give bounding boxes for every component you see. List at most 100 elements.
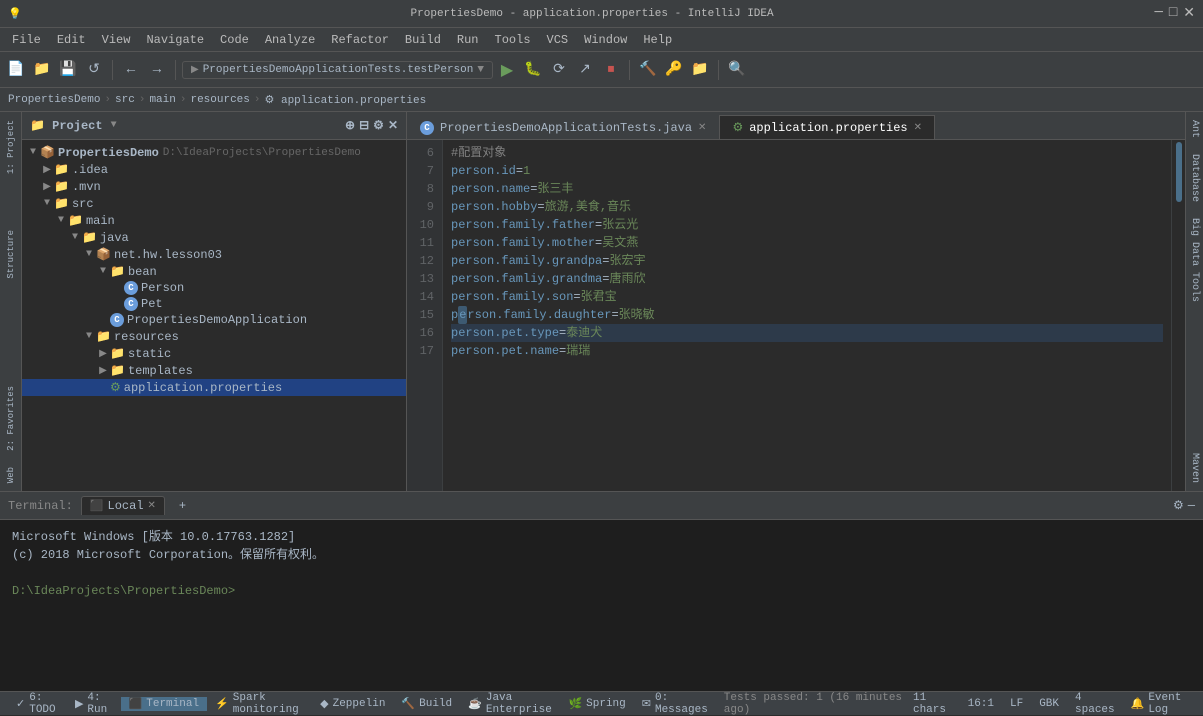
tree-item-pet[interactable]: C Pet	[22, 296, 406, 312]
menu-vcs[interactable]: VCS	[539, 31, 577, 49]
terminal-line-1: Microsoft Windows [版本 10.0.17763.1282]	[12, 528, 1191, 546]
right-panel-ant[interactable]: Ant	[1187, 112, 1202, 146]
tree-item-src[interactable]: ▼ 📁 src	[22, 195, 406, 212]
status-java-enterprise[interactable]: ☕ Java Enterprise	[460, 692, 560, 716]
collapse-all-button[interactable]: ⊟	[359, 118, 369, 133]
menu-build[interactable]: Build	[397, 31, 449, 49]
status-run[interactable]: ▶ 4: Run	[67, 692, 121, 716]
tree-item-package[interactable]: ▼ 📦 net.hw.lesson03	[22, 246, 406, 263]
save-button[interactable]: 💾	[56, 58, 80, 82]
debug-button[interactable]: 🐛	[521, 58, 545, 82]
status-event-log[interactable]: 🔔 Event Log	[1123, 692, 1195, 716]
breadcrumb-file[interactable]: ⚙ application.properties	[265, 93, 427, 107]
menu-edit[interactable]: Edit	[49, 31, 94, 49]
status-spring[interactable]: 🌿 Spring	[560, 697, 633, 711]
sidebar-item-structure[interactable]: Structure	[4, 222, 18, 287]
menu-file[interactable]: File	[4, 31, 49, 49]
locate-button[interactable]: ⊕	[345, 118, 355, 133]
breadcrumb-project[interactable]: PropertiesDemo	[8, 94, 100, 106]
bottom-tab-local[interactable]: ⬛ Local ✕	[81, 496, 165, 515]
tree-item-bean[interactable]: ▼ 📁 bean	[22, 263, 406, 280]
breadcrumb-main[interactable]: main	[149, 94, 175, 106]
status-chars[interactable]: 11 chars	[905, 692, 960, 716]
code-editor[interactable]: #配置对象 person.id=1 person.name=张三丰 person…	[443, 140, 1171, 491]
tab-tests-close[interactable]: ✕	[698, 122, 706, 134]
terminal-content[interactable]: Microsoft Windows [版本 10.0.17763.1282] (…	[0, 520, 1203, 691]
tree-item-templates[interactable]: ▶ 📁 templates	[22, 362, 406, 379]
stop-button[interactable]: ⏹	[599, 58, 623, 82]
menu-run[interactable]: Run	[449, 31, 487, 49]
right-panel-maven[interactable]: Maven	[1187, 445, 1202, 491]
project-header-icons: ⊕ ⊟ ⚙ ✕	[345, 118, 398, 133]
status-position[interactable]: 16:1	[960, 698, 1002, 710]
minimize-button[interactable]: ─	[1154, 5, 1162, 22]
settings-button[interactable]: ⚙	[373, 118, 384, 133]
forward-button[interactable]: →	[145, 58, 169, 82]
status-todo[interactable]: ✓ 6: TODO	[8, 692, 67, 716]
menu-analyze[interactable]: Analyze	[257, 31, 323, 49]
tree-item-static[interactable]: ▶ 📁 static	[22, 345, 406, 362]
tree-item-application-properties[interactable]: ⚙ application.properties	[22, 379, 406, 396]
tree-item-java[interactable]: ▼ 📁 java	[22, 229, 406, 246]
menu-view[interactable]: View	[94, 31, 139, 49]
tree-arrow-root: ▼	[26, 147, 40, 158]
close-panel-button[interactable]: ✕	[388, 118, 398, 133]
profile-button[interactable]: ↗	[573, 58, 597, 82]
tree-item-resources[interactable]: ▼ 📁 resources	[22, 328, 406, 345]
static-folder-icon: 📁	[110, 346, 125, 361]
run-config-selector[interactable]: ▶ PropertiesDemoApplicationTests.testPer…	[182, 61, 493, 79]
tab-application-properties[interactable]: ⚙ application.properties ✕	[719, 115, 935, 139]
status-bottom-tabs: ✓ 6: TODO ▶ 4: Run ⬛ Terminal ⚡ Spark mo…	[8, 692, 716, 716]
tree-item-app[interactable]: C PropertiesDemoApplication	[22, 312, 406, 328]
run-with-coverage-button[interactable]: ⟳	[547, 58, 571, 82]
project-header-label: 📁 Project	[30, 118, 103, 133]
sidebar-item-favorites[interactable]: 2: Favorites	[4, 378, 18, 459]
toolbar-sep-4	[718, 60, 719, 80]
maximize-button[interactable]: □	[1169, 5, 1177, 22]
open-button[interactable]: 📁	[30, 58, 54, 82]
tree-item-main[interactable]: ▼ 📁 main	[22, 212, 406, 229]
window-controls[interactable]: ─ □ ✕	[1154, 5, 1195, 22]
menu-window[interactable]: Window	[576, 31, 635, 49]
tab-tests-java[interactable]: C PropertiesDemoApplicationTests.java ✕	[407, 116, 719, 139]
menu-tools[interactable]: Tools	[487, 31, 539, 49]
status-build[interactable]: 🔨 Build	[393, 697, 460, 711]
tree-item-root[interactable]: ▼ 📦 PropertiesDemo D:\IdeaProjects\Prope…	[22, 144, 406, 161]
back-button[interactable]: ←	[119, 58, 143, 82]
terminal-minimize-button[interactable]: ─	[1188, 499, 1195, 513]
sidebar-item-web[interactable]: Web	[4, 459, 18, 491]
status-spark[interactable]: ⚡ Spark monitoring	[207, 692, 312, 716]
app-icon: 💡	[8, 7, 22, 21]
build-button[interactable]: 🔨	[636, 58, 660, 82]
tree-item-idea[interactable]: ▶ 📁 .idea	[22, 161, 406, 178]
menu-navigate[interactable]: Navigate	[138, 31, 212, 49]
run-button[interactable]: ▶	[495, 58, 519, 82]
tree-item-person[interactable]: C Person	[22, 280, 406, 296]
bottom-tab-add[interactable]: +	[169, 497, 196, 515]
menu-refactor[interactable]: Refactor	[323, 31, 397, 49]
local-tab-close[interactable]: ✕	[148, 500, 156, 512]
breadcrumb-src[interactable]: src	[115, 94, 135, 106]
menu-code[interactable]: Code	[212, 31, 257, 49]
sdk-button[interactable]: 🔑	[662, 58, 686, 82]
tree-item-mvn[interactable]: ▶ 📁 .mvn	[22, 178, 406, 195]
breadcrumb-resources[interactable]: resources	[190, 94, 249, 106]
search-everywhere-button[interactable]: 🔍	[725, 58, 749, 82]
right-scroll-gutter[interactable]	[1171, 140, 1185, 491]
sidebar-item-project[interactable]: 1: Project	[4, 112, 18, 182]
refresh-button[interactable]: ↺	[82, 58, 106, 82]
right-panel-bigdata[interactable]: Big Data Tools	[1187, 210, 1202, 310]
status-indent[interactable]: 4 spaces	[1067, 692, 1123, 716]
status-terminal[interactable]: ⬛ Terminal	[121, 697, 208, 711]
status-zeppelin[interactable]: ◆ Zeppelin	[312, 697, 393, 711]
close-button[interactable]: ✕	[1183, 5, 1195, 22]
menu-help[interactable]: Help	[635, 31, 680, 49]
project-structure-button[interactable]: 📁	[688, 58, 712, 82]
status-encoding[interactable]: GBK	[1031, 698, 1067, 710]
status-line-ending[interactable]: LF	[1002, 698, 1031, 710]
right-panel-database[interactable]: Database	[1187, 146, 1202, 210]
terminal-settings-button[interactable]: ⚙	[1173, 498, 1184, 513]
new-file-button[interactable]: 📄	[4, 58, 28, 82]
tab-props-close[interactable]: ✕	[914, 122, 922, 134]
status-messages[interactable]: ✉ 0: Messages	[634, 692, 716, 716]
